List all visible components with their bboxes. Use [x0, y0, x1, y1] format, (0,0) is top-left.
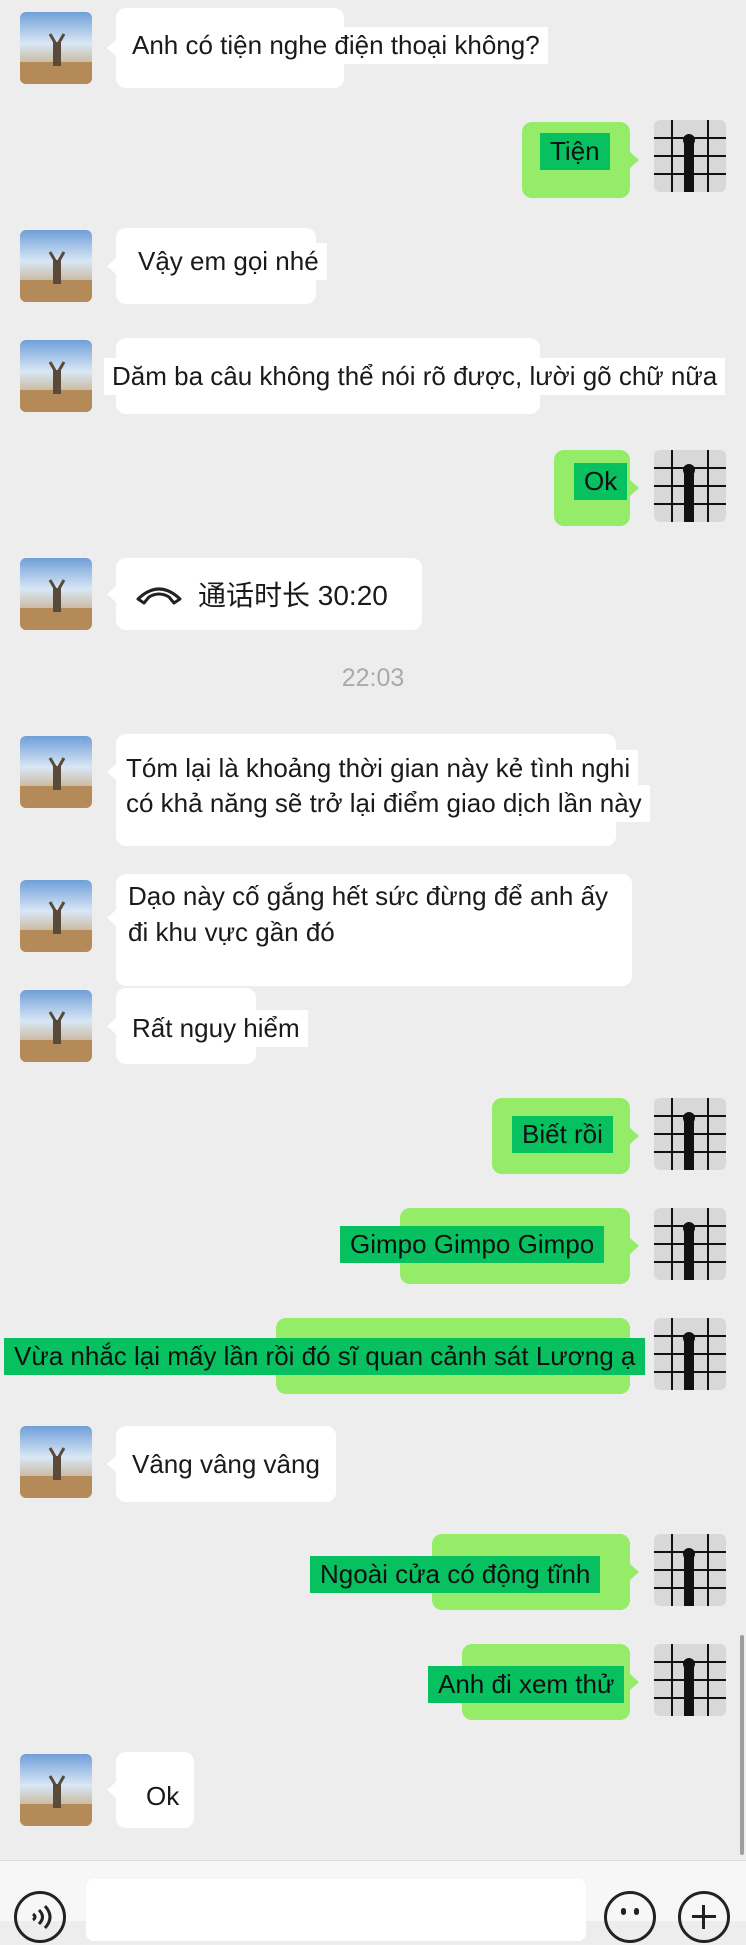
user-avatar[interactable]	[654, 1318, 726, 1390]
contact-avatar[interactable]	[20, 558, 92, 630]
message-text: Rất nguy hiểm	[124, 1010, 308, 1047]
bubble-tail	[630, 152, 639, 168]
message-text: Vậy em gọi nhé	[130, 243, 327, 280]
user-avatar[interactable]	[654, 120, 726, 192]
bubble-tail	[630, 1128, 639, 1144]
call-record-bubble[interactable]: 通话时长 30:20	[116, 558, 422, 630]
bubble-tail	[107, 40, 116, 56]
contact-avatar[interactable]	[20, 12, 92, 84]
voice-icon[interactable]	[14, 1891, 66, 1943]
contact-avatar[interactable]	[20, 340, 92, 412]
bubble-tail	[630, 1238, 639, 1254]
call-duration: 通话时长 30:20	[198, 580, 388, 611]
input-bar	[0, 1860, 746, 1943]
scrollbar[interactable]	[740, 1635, 744, 1855]
bubble-tail	[107, 1782, 116, 1798]
message-text: Vâng vâng vâng	[124, 1446, 328, 1483]
user-avatar[interactable]	[654, 450, 726, 522]
user-avatar[interactable]	[654, 1534, 726, 1606]
contact-avatar[interactable]	[20, 990, 92, 1062]
contact-avatar[interactable]	[20, 880, 92, 952]
contact-avatar[interactable]	[20, 1426, 92, 1498]
message-text-line-1: Dạo này cố gắng hết sức đừng để anh ấy	[120, 878, 617, 915]
plus-icon[interactable]	[678, 1891, 730, 1943]
contact-avatar[interactable]	[20, 230, 92, 302]
message-text: Ngoài cửa có động tĩnh	[310, 1556, 601, 1593]
message-text-line-2: có khả năng sẽ trở lại điểm giao dịch lầ…	[118, 785, 650, 822]
user-avatar[interactable]	[654, 1208, 726, 1280]
message-text: Ok	[574, 463, 628, 500]
contact-avatar[interactable]	[20, 1754, 92, 1826]
bubble-tail	[107, 910, 116, 926]
message-text: Gimpo Gimpo Gimpo	[340, 1226, 605, 1263]
chat-area[interactable]: Anh có tiện nghe điện thoại không? Tiện …	[0, 0, 746, 1860]
bubble-tail	[107, 1456, 116, 1472]
bubble-tail	[630, 480, 639, 496]
bubble-tail	[630, 1564, 639, 1580]
user-avatar[interactable]	[654, 1098, 726, 1170]
bubble-tail	[107, 764, 116, 780]
message-text-line-2: đi khu vực gần đó	[120, 914, 343, 951]
bubble-tail	[107, 258, 116, 274]
bubble-tail	[107, 1018, 116, 1034]
message-text: Ok	[138, 1778, 188, 1815]
message-text: Vừa nhắc lại mấy lần rồi đó sĩ quan cảnh…	[4, 1338, 646, 1375]
message-text-line-1: Tóm lại là khoảng thời gian này kẻ tình …	[118, 750, 639, 787]
message-text: Anh đi xem thử	[428, 1666, 625, 1703]
message-text: Biết rồi	[512, 1116, 613, 1153]
message-input[interactable]	[86, 1879, 586, 1941]
user-avatar[interactable]	[654, 1644, 726, 1716]
contact-avatar[interactable]	[20, 736, 92, 808]
bubble-tail	[630, 1674, 639, 1690]
message-text: Dăm ba câu không thể nói rõ được, lười g…	[104, 358, 726, 395]
message-text: Anh có tiện nghe điện thoại không?	[124, 27, 548, 64]
phone-hangup-icon	[136, 587, 182, 605]
emoji-icon[interactable]	[604, 1891, 656, 1943]
message-text: Tiện	[540, 133, 610, 170]
timestamp: 22:03	[341, 664, 405, 692]
bubble-tail	[107, 586, 116, 602]
